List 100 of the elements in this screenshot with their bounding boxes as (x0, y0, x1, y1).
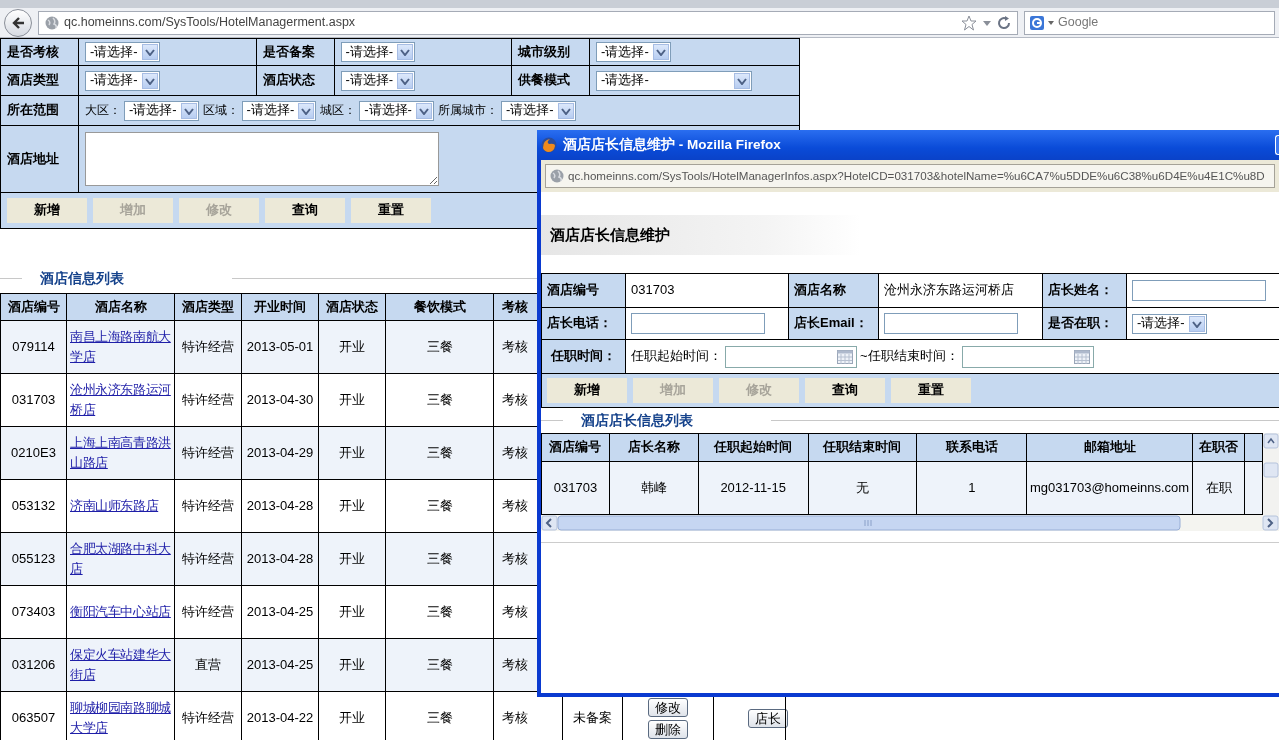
horizontal-scrollbar[interactable] (541, 515, 1279, 531)
select-field[interactable]: -请选择- (1132, 313, 1207, 334)
field-label: 是否考核 (0, 38, 79, 66)
table-cell: 073403 (11, 603, 56, 619)
table-cell: 开业 (339, 391, 365, 407)
section-title: 酒店信息列表 (40, 269, 124, 288)
field-label: 大区： (84, 102, 121, 117)
address-field[interactable] (84, 132, 439, 186)
table-cell: 1 (968, 479, 976, 495)
table-cell: 三餐 (426, 550, 453, 566)
select-field[interactable]: -请选择- (500, 100, 576, 121)
caret-icon (418, 106, 429, 115)
table-cell: 开业 (339, 338, 365, 354)
search-placeholder: Google (1058, 14, 1099, 31)
table-cell: 考核 (502, 656, 528, 672)
table-cell: 特许经营 (182, 709, 234, 725)
input-field[interactable] (1132, 280, 1266, 301)
bookmark-star-icon[interactable] (961, 14, 977, 31)
table-cell: 三餐 (426, 603, 453, 619)
table-cell: 开业 (339, 656, 365, 672)
field-label: 所在范围 (0, 95, 79, 126)
select-field[interactable]: -请选择- (359, 100, 434, 121)
table-cell: 三餐 (426, 656, 453, 672)
column-header: 任职起始时间 (714, 439, 793, 455)
row-action-button[interactable]: 删除 (648, 719, 688, 739)
table-cell: 三餐 (426, 391, 453, 407)
window-title: 酒店店长信息维护 - Mozilla Firefox (563, 136, 782, 154)
caret-icon (400, 76, 411, 85)
form-button[interactable]: 查询 (265, 198, 345, 223)
column-header: 邮箱地址 (1083, 439, 1136, 455)
column-header: 任职结束时间 (823, 439, 902, 455)
input-field[interactable] (884, 313, 1018, 334)
table-cell: 未备案 (573, 709, 612, 725)
caret-icon (655, 48, 666, 56)
input-field[interactable] (631, 313, 765, 334)
caret-icon (1191, 319, 1202, 328)
select-field[interactable]: -请选择- (596, 70, 753, 91)
table-cell: 三餐 (426, 497, 453, 513)
table-cell: 2013-05-01 (246, 338, 314, 354)
table-cell: 直营 (195, 656, 221, 672)
table-cell: 考核 (502, 391, 528, 407)
column-header: 开业时间 (254, 298, 306, 314)
url-text: qc.homeinns.com/SysTools/HotelManagerInfos.aspx?HotelCD=031703&hotelName=%u6CA7%u5DDE%u6C38%u6D4E%u4E1C%u8D (568, 168, 1265, 184)
dropdown-icon[interactable] (1048, 19, 1054, 26)
field-label: 店长电话： (547, 315, 612, 331)
column-header: 联系电话 (945, 439, 998, 455)
select-field[interactable]: -请选择- (123, 100, 199, 121)
table-cell: 考核 (502, 709, 528, 725)
column-header: 酒店名称 (94, 298, 147, 314)
back-button[interactable] (4, 8, 32, 37)
field-label: 店长Email： (794, 315, 868, 331)
table-cell: 031703 (553, 479, 598, 495)
row-action-button[interactable]: 修改 (648, 697, 688, 717)
table-cell: 2013-04-28 (246, 497, 314, 513)
search-engine-icon (1030, 15, 1044, 30)
table-cell: 考核 (502, 497, 528, 513)
select-field[interactable]: -请选择- (84, 42, 160, 62)
vertical-scrollbar[interactable] (1263, 433, 1279, 515)
column-header: 酒店类型 (182, 298, 234, 314)
table-cell: 2013-04-28 (246, 550, 314, 566)
field-label: 城区： (320, 102, 357, 117)
table-cell: 053132 (11, 497, 56, 513)
field-label: 是否在职： (1048, 315, 1113, 331)
form-button[interactable]: 新增 (7, 198, 87, 223)
field-label: 区域： (202, 102, 239, 117)
field-label: 酒店类型 (0, 65, 79, 96)
manager-button[interactable]: 店长 (748, 708, 788, 728)
form-button[interactable]: 重置 (891, 378, 971, 403)
form-button[interactable]: 重置 (351, 198, 431, 223)
select-field[interactable]: -请选择- (596, 42, 671, 62)
table-cell: 开业 (339, 603, 365, 619)
select-field[interactable]: -请选择- (84, 70, 160, 91)
table-cell: 在职 (1205, 479, 1232, 495)
table-cell: 特许经营 (182, 603, 234, 619)
address-bar[interactable]: qc.homeinns.com/SysTools/HotelManagerment.aspx (38, 10, 1018, 35)
url-text: qc.homeinns.com/SysTools/HotelManagerment.aspx (64, 14, 357, 31)
column-header: 在职否 (1199, 439, 1239, 455)
field-label: 酒店状态 (256, 65, 334, 96)
table-cell: 三餐 (426, 709, 453, 725)
column-header: 店长名称 (627, 439, 680, 455)
field-label: 城市级别 (511, 38, 590, 66)
caret-icon (737, 76, 748, 85)
section-title: 酒店店长信息列表 (581, 411, 693, 430)
dropdown-icon[interactable] (982, 18, 992, 27)
search-field[interactable]: Google (1024, 10, 1275, 35)
table-cell: 考核 (502, 550, 528, 566)
form-button[interactable]: 新增 (547, 378, 627, 403)
select-field[interactable]: -请选择- (340, 42, 416, 62)
address-bar[interactable]: qc.homeinns.com/SysTools/HotelManagerInfos.aspx?HotelCD=031703&hotelName=%u6CA7%u5DDE%u6C38%u6D4E%u4E1C%u8D (545, 164, 1275, 188)
date-field[interactable] (961, 345, 1094, 368)
select-field[interactable]: -请选择- (340, 70, 416, 91)
table-cell: 开业 (339, 444, 365, 460)
reload-icon[interactable] (997, 15, 1011, 30)
form-button[interactable]: 查询 (805, 378, 885, 403)
date-field[interactable] (725, 345, 857, 368)
table-cell: 0210E3 (11, 444, 56, 460)
select-field[interactable]: -请选择- (241, 100, 317, 121)
table-cell: 特许经营 (182, 550, 234, 566)
table-cell: 开业 (339, 550, 365, 566)
field-value: 沧州永济东路运河桥店 (884, 282, 1014, 298)
